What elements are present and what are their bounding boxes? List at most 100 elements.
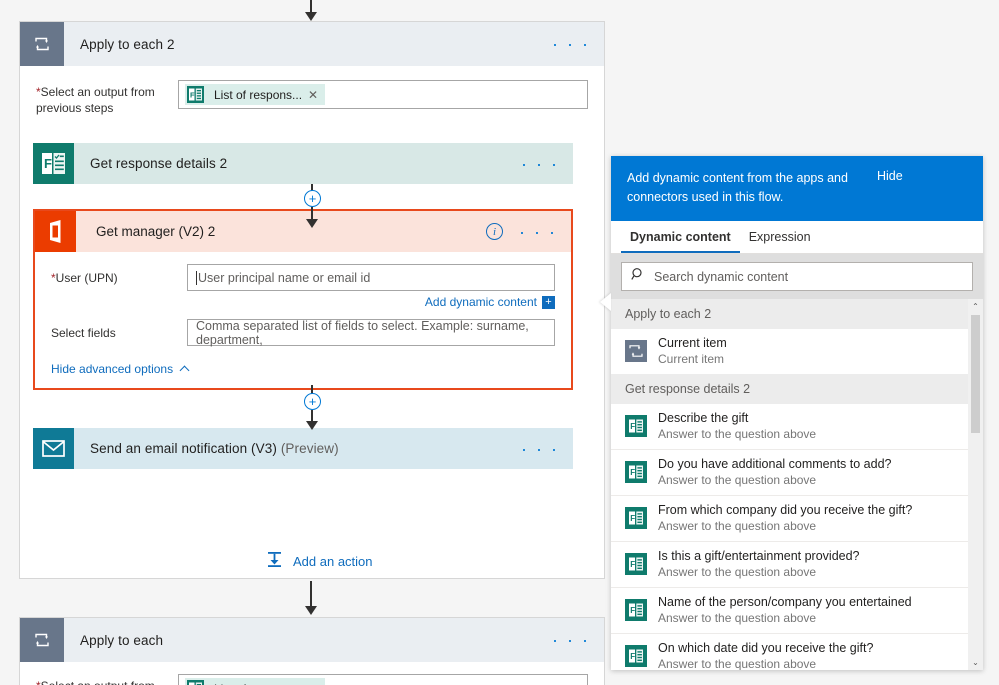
list-item-text: Name of the person/company you entertain… xyxy=(658,594,912,626)
list-item-text: From which company did you receive the g… xyxy=(658,502,912,534)
plus-icon[interactable]: + xyxy=(542,295,555,309)
panel-tabs: Dynamic content Expression xyxy=(611,221,983,254)
svg-text:F: F xyxy=(630,422,635,431)
forms-icon: F xyxy=(625,553,647,575)
loop-icon xyxy=(20,22,64,66)
flow-designer-canvas: Apply to each 2 · · · *Select an output … xyxy=(0,0,999,685)
office365-users-icon xyxy=(35,211,76,252)
scope-input-label-text: Select an output from previous steps xyxy=(36,85,155,115)
action-card-get-manager-v2-2[interactable]: Get manager (V2) 2 i · · · *User (UPN) U… xyxy=(33,209,573,390)
svg-text:F: F xyxy=(630,514,635,523)
select-fields-input[interactable]: Comma separated list of fields to select… xyxy=(187,318,555,347)
connector-arrowhead xyxy=(306,219,318,228)
tab-dynamic-content[interactable]: Dynamic content xyxy=(621,221,740,253)
add-dynamic-content-link[interactable]: Add dynamic content xyxy=(425,295,537,309)
list-item-desc: Answer to the question above xyxy=(658,427,817,441)
insert-step-button-1[interactable]: + xyxy=(304,190,321,207)
scope-header-apply-to-each-2[interactable]: Apply to each 2 · · · xyxy=(20,22,604,66)
add-an-action-button[interactable]: Add an action xyxy=(265,550,373,572)
search-dynamic-content-input[interactable]: Search dynamic content xyxy=(621,262,973,291)
scrollbar-thumb[interactable] xyxy=(971,315,980,433)
scroll-up-arrow-icon[interactable]: ⌃ xyxy=(968,299,983,314)
user-upn-placeholder: User principal name or email id xyxy=(198,270,371,285)
user-upn-input[interactable]: User principal name or email id xyxy=(187,264,555,291)
forms-icon: F xyxy=(185,678,206,685)
svg-text:F: F xyxy=(190,91,195,100)
list-item-name: Name of the person/company you entertain… xyxy=(658,595,912,609)
select-fields-label: Select fields xyxy=(51,325,116,340)
list-item[interactable]: F Is this a gift/entertainment provided?… xyxy=(611,541,983,587)
add-an-action-label: Add an action xyxy=(293,553,373,569)
scope-apply-to-each-2[interactable]: Apply to each 2 · · · *Select an output … xyxy=(19,21,605,579)
close-icon[interactable]: ✕ xyxy=(308,88,325,102)
hide-advanced-options-link[interactable]: Hide advanced options xyxy=(51,362,190,376)
action-card-header[interactable]: Get manager (V2) 2 i · · · xyxy=(35,211,571,252)
list-item[interactable]: F On which date did you receive the gift… xyxy=(611,633,983,670)
connector-arrow-top xyxy=(305,0,317,21)
action-more-button[interactable]: · · · xyxy=(519,223,557,241)
scroll-down-arrow-icon[interactable]: ⌄ xyxy=(968,655,983,670)
list-item-desc: Answer to the question above xyxy=(658,473,817,487)
list-item[interactable]: F Name of the person/company you enterta… xyxy=(611,587,983,633)
panel-banner: Add dynamic content from the apps and co… xyxy=(611,156,983,221)
chevron-up-icon xyxy=(179,365,190,376)
user-upn-row: *User (UPN) User principal name or email… xyxy=(51,264,555,291)
scope-more-button[interactable]: · · · xyxy=(552,631,590,649)
forms-icon: F xyxy=(625,645,647,667)
list-item-text: On which date did you receive the gift? … xyxy=(658,640,873,670)
action-more-button[interactable]: · · · xyxy=(521,155,559,173)
dynamic-content-list[interactable]: Apply to each 2 Current item Current ite… xyxy=(611,299,983,670)
text-caret xyxy=(196,270,197,285)
scope-token-input[interactable]: F List of respons... ✕ xyxy=(178,674,588,685)
group-header-apply-to-each-2: Apply to each 2 xyxy=(611,299,983,329)
hide-panel-button[interactable]: Hide xyxy=(877,169,903,183)
scope-input-label: *Select an output from xyxy=(36,674,178,685)
panel-banner-text: Add dynamic content from the apps and co… xyxy=(627,171,848,204)
info-icon[interactable]: i xyxy=(486,223,504,240)
dynamic-token[interactable]: F List of respons... ✕ xyxy=(185,678,326,685)
close-icon[interactable]: ✕ xyxy=(308,682,325,685)
list-item-desc: Answer to the question above xyxy=(658,565,817,579)
list-item[interactable]: F Do you have additional comments to add… xyxy=(611,449,983,495)
action-card-title: Get response details 2 xyxy=(90,156,228,171)
scope-token-input[interactable]: F List of respons... ✕ xyxy=(178,80,588,109)
hide-advanced-options-label: Hide advanced options xyxy=(51,362,174,376)
forms-icon: F xyxy=(185,84,206,105)
tab-expression[interactable]: Expression xyxy=(740,221,820,253)
action-more-button[interactable]: · · · xyxy=(521,440,559,458)
loop-icon xyxy=(625,340,647,362)
add-dynamic-content-row: Add dynamic content + xyxy=(51,295,555,309)
scope-body: *Select an output from previous steps F xyxy=(20,66,604,134)
forms-icon: F xyxy=(33,143,74,184)
action-card-get-response-details-2[interactable]: F Get response details 2 · · · xyxy=(33,143,573,184)
dynamic-token[interactable]: F List of respons... ✕ xyxy=(185,84,326,105)
svg-text:F: F xyxy=(630,468,635,477)
list-item[interactable]: Current item Current item xyxy=(611,329,983,374)
mail-icon xyxy=(33,428,74,469)
list-item-name: From which company did you receive the g… xyxy=(658,503,913,517)
list-item-desc: Answer to the question above xyxy=(658,611,817,625)
connector-arrowhead xyxy=(306,421,318,430)
group-header-get-response-details-2: Get response details 2 xyxy=(611,374,983,404)
scope-body: *Select an output from F xyxy=(20,662,604,685)
list-item-name: Do you have additional comments to add? xyxy=(658,457,892,471)
list-item-text: Do you have additional comments to add? … xyxy=(658,456,891,488)
list-item-name: On which date did you receive the gift? xyxy=(658,641,874,655)
list-item-desc: Current item xyxy=(658,352,725,366)
list-item-text: Describe the gift Answer to the question… xyxy=(658,410,816,442)
select-fields-placeholder: Comma separated list of fields to select… xyxy=(196,318,529,347)
scope-header-apply-to-each[interactable]: Apply to each · · · xyxy=(20,618,604,662)
panel-scrollbar[interactable]: ⌃ ⌄ xyxy=(968,299,983,670)
action-card-send-an-email-notification-v3[interactable]: Send an email notification (V3) (Preview… xyxy=(33,428,573,469)
list-item[interactable]: F From which company did you receive the… xyxy=(611,495,983,541)
insert-step-button-2[interactable]: + xyxy=(304,393,321,410)
preview-badge: (Preview) xyxy=(280,441,339,456)
svg-text:F: F xyxy=(630,560,635,569)
list-item[interactable]: F Describe the gift Answer to the questi… xyxy=(611,404,983,449)
token-text: List of respons... xyxy=(214,87,303,102)
list-item-desc: Answer to the question above xyxy=(658,519,817,533)
scope-title: Apply to each xyxy=(80,632,164,648)
scope-more-button[interactable]: · · · xyxy=(552,35,590,53)
scope-apply-to-each[interactable]: Apply to each · · · *Select an output fr… xyxy=(19,617,605,685)
scope-input-row: *Select an output from F xyxy=(36,674,588,685)
